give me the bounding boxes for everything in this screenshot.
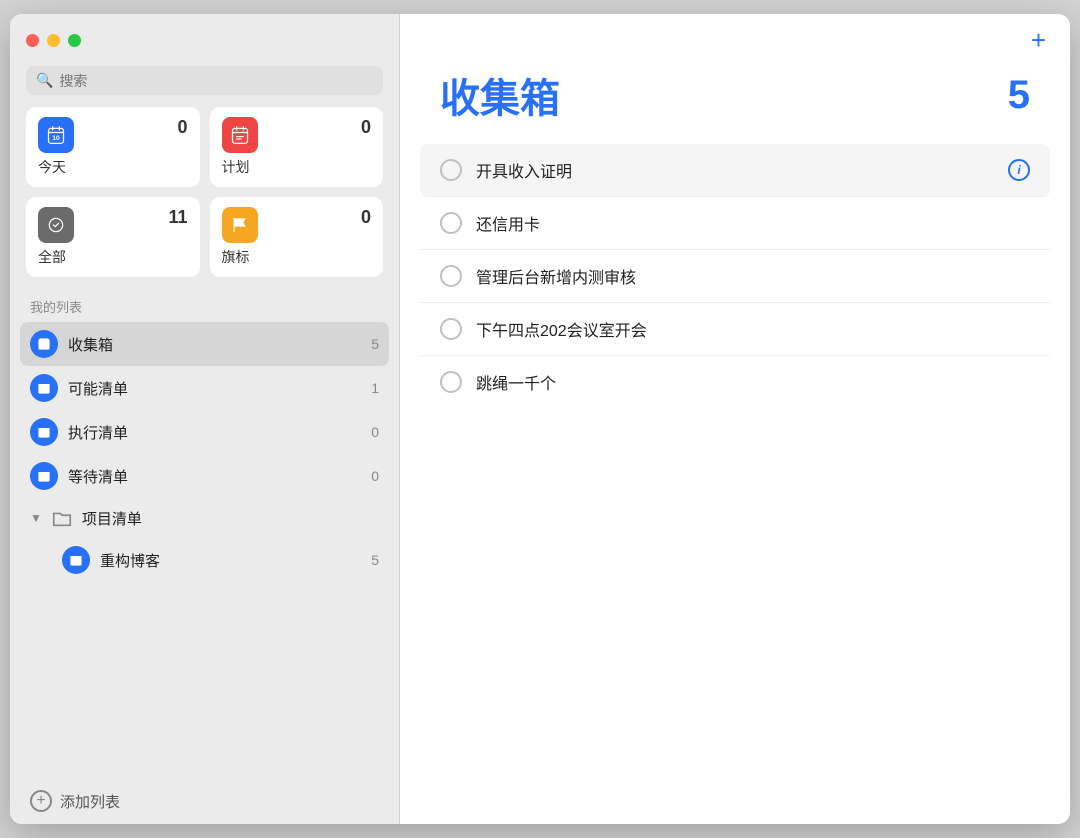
titlebar <box>10 14 399 66</box>
add-task-button[interactable]: + <box>1031 27 1046 53</box>
smart-lists-grid: 10 0 今天 <box>10 107 399 293</box>
main-content: + 收集箱 5 开具收入证明 i 还信用卡 管理后台新增内测审核 <box>400 14 1070 824</box>
inbox-list-name: 收集箱 <box>68 334 361 355</box>
inbox-list-count: 5 <box>371 336 379 352</box>
flag-count: 0 <box>361 207 371 228</box>
svg-text:10: 10 <box>52 135 60 142</box>
fullscreen-button[interactable] <box>68 34 81 47</box>
waiting-list-name: 等待清单 <box>68 466 361 487</box>
task-item-2[interactable]: 还信用卡 <box>420 197 1050 250</box>
task-item-4[interactable]: 下午四点202会议室开会 <box>420 303 1050 356</box>
action-list-name: 执行清单 <box>68 422 361 443</box>
plan-count: 0 <box>361 117 371 138</box>
tasks-list: 开具收入证明 i 还信用卡 管理后台新增内测审核 下午四点202会议室开会 跳绳 <box>400 144 1070 408</box>
rebuild-list-count: 5 <box>371 552 379 568</box>
task-name-4: 下午四点202会议室开会 <box>476 317 1030 341</box>
close-button[interactable] <box>26 34 39 47</box>
task-item-5[interactable]: 跳绳一千个 <box>420 356 1050 408</box>
today-icon: 10 <box>38 117 74 153</box>
maybe-list-name: 可能清单 <box>68 378 361 399</box>
list-item-maybe[interactable]: 可能清单 1 <box>20 366 389 410</box>
project-section-name: 项目清单 <box>82 508 142 529</box>
maybe-list-count: 1 <box>371 380 379 396</box>
waiting-list-count: 0 <box>371 468 379 484</box>
minimize-button[interactable] <box>47 34 60 47</box>
project-chevron-icon: ▼ <box>30 511 42 525</box>
maybe-list-icon <box>30 374 58 402</box>
app-window: 🔍 10 0 今天 <box>10 14 1070 824</box>
project-section-header[interactable]: ▼ 项目清单 <box>20 498 389 538</box>
inbox-list-icon <box>30 330 58 358</box>
task-circle-5[interactable] <box>440 371 462 393</box>
plan-label: 计划 <box>222 157 372 177</box>
rebuild-list-name: 重构博客 <box>100 550 361 571</box>
main-title: 收集箱 <box>440 66 560 124</box>
my-lists-label: 我的列表 <box>10 293 399 322</box>
main-header: + <box>400 14 1070 66</box>
list-item-action[interactable]: 执行清单 0 <box>20 410 389 454</box>
action-list-icon <box>30 418 58 446</box>
task-name-1: 开具收入证明 <box>476 158 994 182</box>
task-item-3[interactable]: 管理后台新增内测审核 <box>420 250 1050 303</box>
task-circle-2[interactable] <box>440 212 462 234</box>
search-input[interactable] <box>59 73 373 89</box>
add-list-label: 添加列表 <box>60 791 120 812</box>
main-count: 5 <box>1008 73 1030 118</box>
smart-list-plan[interactable]: 0 计划 <box>210 107 384 187</box>
all-icon <box>38 207 74 243</box>
smart-list-today[interactable]: 10 0 今天 <box>26 107 200 187</box>
task-circle-3[interactable] <box>440 265 462 287</box>
search-bar[interactable]: 🔍 <box>26 66 383 95</box>
task-item-1[interactable]: 开具收入证明 i <box>420 144 1050 197</box>
rebuild-list-icon <box>62 546 90 574</box>
smart-list-flag[interactable]: 0 旗标 <box>210 197 384 277</box>
main-title-row: 收集箱 5 <box>400 66 1070 144</box>
action-list-count: 0 <box>371 424 379 440</box>
add-list-button[interactable]: + 添加列表 <box>10 778 399 824</box>
waiting-list-icon <box>30 462 58 490</box>
today-count: 0 <box>177 117 187 138</box>
task-name-5: 跳绳一千个 <box>476 370 1030 394</box>
all-label: 全部 <box>38 247 188 267</box>
flag-icon <box>222 207 258 243</box>
task-circle-4[interactable] <box>440 318 462 340</box>
smart-list-all[interactable]: 11 全部 <box>26 197 200 277</box>
all-count: 11 <box>168 207 187 228</box>
add-list-icon: + <box>30 790 52 812</box>
today-label: 今天 <box>38 157 188 177</box>
list-item-rebuild[interactable]: 重构博客 5 <box>20 538 389 582</box>
list-item-inbox[interactable]: 收集箱 5 <box>20 322 389 366</box>
task-info-icon-1[interactable]: i <box>1008 159 1030 181</box>
list-item-waiting[interactable]: 等待清单 0 <box>20 454 389 498</box>
my-lists: 收集箱 5 可能清单 1 执行清单 0 <box>10 322 399 778</box>
task-name-3: 管理后台新增内测审核 <box>476 264 1030 288</box>
sidebar: 🔍 10 0 今天 <box>10 14 400 824</box>
search-icon: 🔍 <box>36 72 53 89</box>
plan-icon <box>222 117 258 153</box>
project-folder-icon <box>48 504 76 532</box>
task-name-2: 还信用卡 <box>476 211 1030 235</box>
task-circle-1[interactable] <box>440 159 462 181</box>
flag-label: 旗标 <box>222 247 372 267</box>
